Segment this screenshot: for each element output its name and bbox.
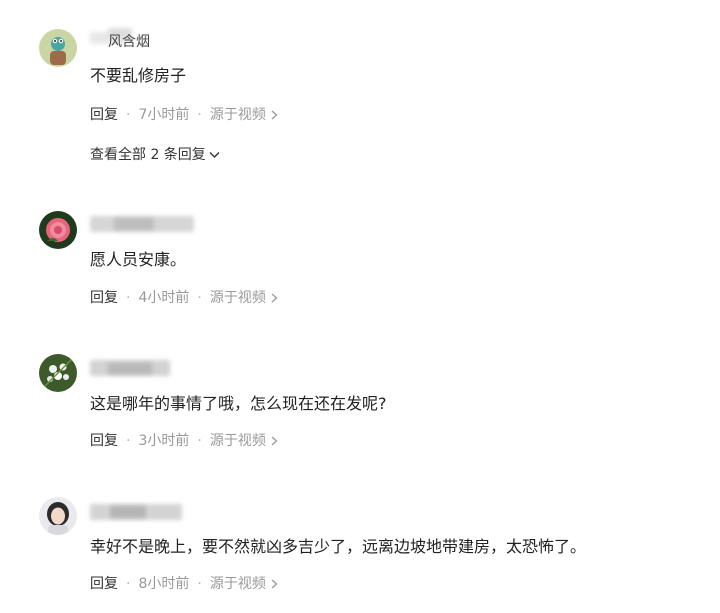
comment-text: 这是哪年的事情了哦，怎么现在还在发呢?	[90, 394, 387, 413]
chevron-right-icon	[271, 436, 278, 446]
source-video-link[interactable]: 源于视频	[210, 106, 278, 124]
separator-dot: ·	[197, 433, 202, 449]
source-label: 源于视频	[209, 433, 266, 449]
reply-button[interactable]: 回复	[90, 289, 118, 307]
username[interactable]	[90, 358, 180, 380]
chevron-right-icon	[271, 110, 278, 120]
source-video-link[interactable]: 源于视频	[210, 432, 278, 450]
chevron-right-icon	[271, 579, 278, 589]
comment-time: 8小时前	[138, 576, 190, 592]
avatar[interactable]	[39, 354, 77, 392]
source-video-link[interactable]: 源于视频	[210, 575, 278, 593]
separator-dot: ·	[126, 290, 131, 306]
comment-text: 愿人员安康。	[90, 250, 187, 269]
username-text: 风含烟	[108, 34, 150, 50]
source-label: 源于视频	[209, 290, 266, 306]
separator-dot: ·	[197, 290, 202, 306]
separator-dot: ·	[126, 433, 131, 449]
username[interactable]	[90, 214, 200, 236]
comment-meta: 回复 · 8小时前 · 源于视频	[90, 575, 278, 593]
avatar[interactable]	[39, 497, 77, 535]
chevron-right-icon	[271, 293, 278, 303]
username-blur	[114, 218, 154, 230]
chevron-down-icon	[209, 152, 220, 158]
avatar[interactable]	[39, 211, 77, 249]
source-label: 源于视频	[209, 576, 266, 592]
avatar[interactable]	[39, 29, 77, 67]
username[interactable]: 风含烟	[90, 28, 200, 52]
username-blur	[108, 363, 152, 374]
source-label: 源于视频	[209, 107, 266, 123]
comment-meta: 回复 · 3小时前 · 源于视频	[90, 432, 278, 450]
avatar-image	[39, 211, 77, 249]
view-all-replies-button[interactable]: 查看全部 2 条回复	[90, 146, 220, 164]
comment-meta: 回复 · 4小时前 · 源于视频	[90, 289, 278, 307]
avatar-image	[39, 29, 77, 67]
comment-time: 4小时前	[138, 290, 190, 306]
reply-button[interactable]: 回复	[90, 432, 118, 450]
reply-button[interactable]: 回复	[90, 106, 118, 124]
separator-dot: ·	[126, 576, 131, 592]
username-blur	[110, 506, 146, 518]
reply-button[interactable]: 回复	[90, 575, 118, 593]
separator-dot: ·	[126, 107, 131, 123]
comment-time: 3小时前	[138, 433, 190, 449]
avatar-image	[39, 497, 77, 535]
source-video-link[interactable]: 源于视频	[210, 289, 278, 307]
comment-text: 幸好不是晚上，要不然就凶多吉少了，远离边坡地带建房，太恐怖了。	[90, 537, 587, 556]
view-all-label: 查看全部 2 条回复	[90, 147, 206, 163]
separator-dot: ·	[197, 107, 202, 123]
username[interactable]	[90, 502, 190, 524]
avatar-image	[39, 354, 77, 392]
comment-time: 7小时前	[138, 107, 190, 123]
comment-text: 不要乱修房子	[90, 66, 187, 85]
comment-meta: 回复 · 7小时前 · 源于视频	[90, 106, 278, 124]
separator-dot: ·	[197, 576, 202, 592]
